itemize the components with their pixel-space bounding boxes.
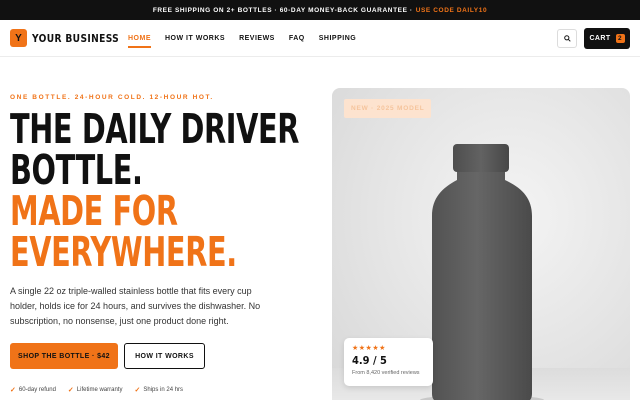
promo-code: USE CODE DAILY10 [415,6,488,14]
rating-score: 4.9 / 5 [352,354,387,367]
headline-line-3: MADE FOR [10,187,178,235]
perks-list: ✓ 60-day refund ✓ Lifetime warranty ✓ Sh… [10,386,195,394]
hero-description: A single 22 oz triple-walled stainless b… [10,286,261,326]
check-icon: ✓ [134,387,141,394]
main-nav: HOME HOW IT WORKS REVIEWS FAQ SHIPPING [128,20,370,57]
hero-eyebrow: ONE BOTTLE. 24-HOUR COLD. 12-HOUR HOT. [10,94,214,101]
nav-home[interactable]: HOME [128,20,151,57]
perk-label: 60-day refund [18,387,56,393]
star-rating-icon: ★★★★★ [352,345,386,352]
perk-label: Ships in 24 hrs [143,387,184,393]
rating-card: ★★★★★ 4.9 / 5 From 8,420 verified review… [344,338,433,386]
perk-item: ✓ Ships in 24 hrs [134,386,183,394]
how-it-works-button[interactable]: HOW IT WORKS [124,343,205,369]
image-tag: NEW · 2025 MODEL [344,99,432,118]
shop-bottle-button[interactable]: SHOP THE BOTTLE · $42 [10,343,118,369]
nav-reviews[interactable]: REVIEWS [239,20,275,57]
headline-line-1: THE DAILY DRIVER [10,105,300,153]
cart-count-badge: 2 [615,34,625,43]
cart-label: CART [589,35,611,42]
logo[interactable]: Y YOUR BUSINESS [10,29,127,47]
perk-item: ✓ Lifetime warranty [68,386,123,394]
nav-how-it-works[interactable]: HOW IT WORKS [165,20,225,57]
nav-shipping[interactable]: SHIPPING [319,20,356,57]
perk-label: Lifetime warranty [76,387,123,393]
site-header: Y YOUR BUSINESS HOME HOW IT WORKS REVIEW… [0,20,640,57]
search-button[interactable] [557,29,577,48]
logo-mark: Y [10,29,27,47]
announcement-bar: FREE SHIPPING ON 2+ BOTTLES · 60-DAY MON… [0,0,640,20]
check-icon: ✓ [67,387,74,394]
nav-faq[interactable]: FAQ [289,20,305,57]
headline-line-2: BOTTLE. [10,146,143,194]
rating-subtext: From 8,420 verified reviews [352,370,420,376]
search-icon [563,35,571,42]
hero-headline: THE DAILY DRIVER BOTTLE. MADE FOR EVERYW… [10,109,299,273]
brand-name: YOUR BUSINESS [32,31,120,45]
perk-item: ✓ 60-day refund [10,386,56,394]
check-icon: ✓ [10,387,16,394]
headline-line-4: EVERYWHERE. [10,228,237,276]
cart-button[interactable]: CART 2 [584,28,630,49]
announcement-text: FREE SHIPPING ON 2+ BOTTLES · 60-DAY MON… [152,6,413,14]
hero-product-image: NEW · 2025 MODEL ★★★★★ 4.9 / 5 From 8,42… [332,88,630,400]
